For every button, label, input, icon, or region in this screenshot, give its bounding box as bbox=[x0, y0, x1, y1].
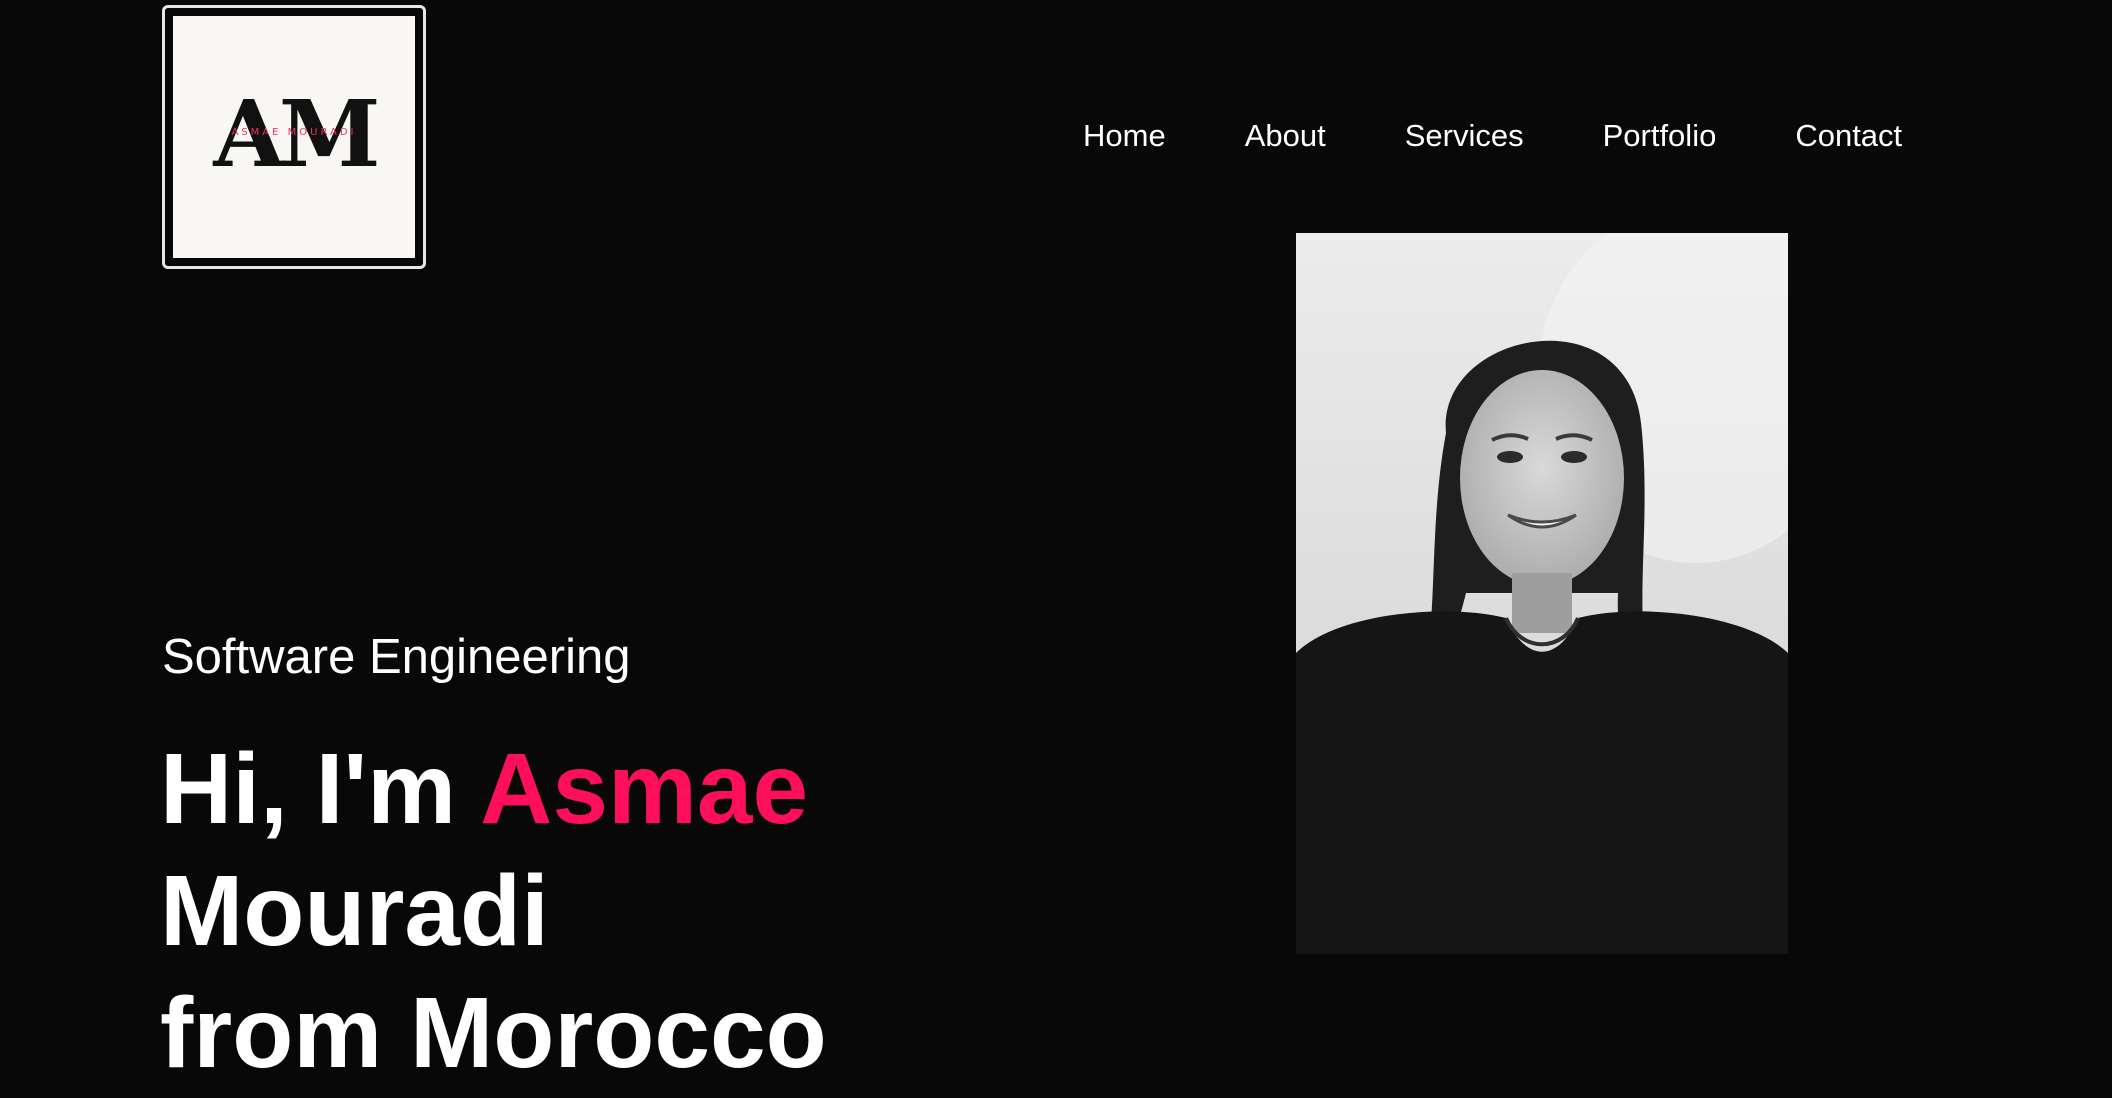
logo-name: ASMAE MOURADI bbox=[231, 127, 357, 138]
nav-about[interactable]: About bbox=[1245, 116, 1326, 156]
profile-photo-illustration bbox=[1296, 233, 1788, 954]
last-name: Mouradi bbox=[160, 855, 549, 967]
main-nav: Home About Services Portfolio Contact bbox=[1083, 116, 1902, 156]
hero-headline: Hi, I'm Asmae Mouradi from Morocco bbox=[160, 728, 827, 1094]
nav-home[interactable]: Home bbox=[1083, 116, 1166, 156]
page: AM ASMAE MOURADI Home About Services Por… bbox=[0, 0, 2112, 1098]
greeting-text: Hi, I'm bbox=[160, 733, 481, 845]
origin-text: from Morocco bbox=[160, 977, 827, 1089]
logo[interactable]: AM ASMAE MOURADI bbox=[162, 5, 426, 269]
first-name: Asmae bbox=[480, 733, 809, 845]
logo-badge: AM ASMAE MOURADI bbox=[173, 16, 415, 258]
nav-portfolio[interactable]: Portfolio bbox=[1603, 116, 1717, 156]
nav-services[interactable]: Services bbox=[1405, 116, 1524, 156]
nav-contact[interactable]: Contact bbox=[1795, 116, 1902, 156]
hero-subtitle: Software Engineering bbox=[162, 630, 631, 684]
profile-photo bbox=[1296, 233, 1788, 954]
headline-line-1: Hi, I'm Asmae bbox=[160, 728, 827, 850]
